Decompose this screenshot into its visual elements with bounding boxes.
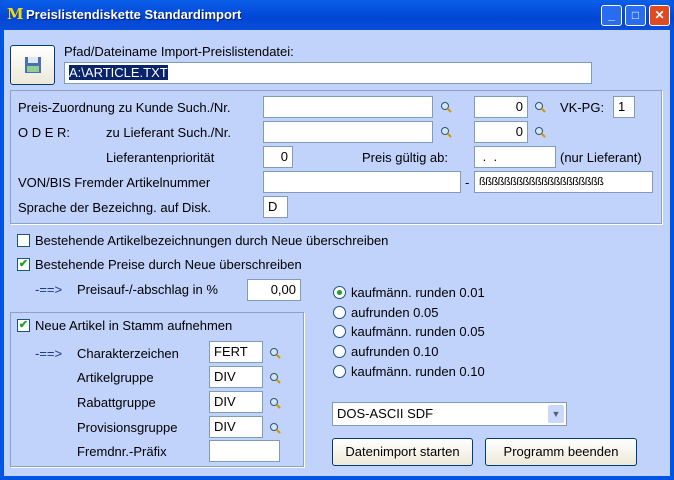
sprache-label: Sprache der Bezeichng. auf Disk. xyxy=(18,200,211,215)
search-icon[interactable] xyxy=(269,372,281,384)
gueltig-label: Preis gültig ab: xyxy=(362,150,448,165)
vkpg-input[interactable]: 1 xyxy=(613,96,635,118)
kunde-label: Preis-Zuordnung zu Kunde Such./Nr. xyxy=(18,100,231,115)
rounding-radio-1[interactable] xyxy=(333,306,346,319)
search-icon[interactable] xyxy=(534,101,546,113)
file-label: Pfad/Dateiname Import-Preislistendatei: xyxy=(64,44,294,59)
overwrite-desc-checkbox[interactable] xyxy=(17,234,30,247)
overwrite-prices-label: Bestehende Preise durch Neue überschreib… xyxy=(35,257,302,272)
sprache-input[interactable]: D xyxy=(263,196,288,218)
lieferant-label: zu Lieferant Such./Nr. xyxy=(106,125,232,140)
new-articles-checkbox[interactable]: ✔ xyxy=(17,319,30,332)
nur-lieferant-label: (nur Lieferant) xyxy=(560,150,642,165)
close-button[interactable]: ✕ xyxy=(649,5,670,26)
minimize-button[interactable]: _ xyxy=(601,5,622,26)
dialog-body: Pfad/Dateiname Import-Preislistendatei: … xyxy=(4,30,670,476)
charakter-input[interactable]: FERT xyxy=(209,341,263,363)
floppy-disk-icon xyxy=(24,57,41,73)
aufschlag-label: Preisauf-/-abschlag in % xyxy=(77,282,218,297)
rounding-radio-0[interactable] xyxy=(333,286,346,299)
rabattgruppe-input[interactable]: DIV xyxy=(209,391,263,413)
search-icon[interactable] xyxy=(269,347,281,359)
file-path-input[interactable]: A:\ARTICLE.TXT xyxy=(64,62,592,84)
bis-input[interactable]: ßßßßßßßßßßßßßßßßßßßß xyxy=(474,171,653,193)
rounding-label-1: aufrunden 0.05 xyxy=(351,305,439,320)
prio-input[interactable]: 0 xyxy=(263,146,293,168)
vkpg-label: VK-PG: xyxy=(560,100,605,115)
search-icon[interactable] xyxy=(269,422,281,434)
browse-file-button[interactable] xyxy=(10,45,55,85)
provisionsgruppe-input[interactable]: DIV xyxy=(209,416,263,438)
dash: - xyxy=(465,175,470,190)
rabattgruppe-label: Rabattgruppe xyxy=(77,395,156,410)
maximize-button[interactable]: □ xyxy=(625,5,646,26)
rounding-radio-2[interactable] xyxy=(333,325,346,338)
rounding-label-0: kaufmänn. runden 0.01 xyxy=(351,285,485,300)
provisionsgruppe-label: Provisionsgruppe xyxy=(77,420,178,435)
vonbis-label: VON/BIS Fremder Artikelnummer xyxy=(18,175,211,190)
lieferant-nr-input[interactable]: 0 xyxy=(474,121,528,143)
arrow-label: -==> xyxy=(35,346,63,361)
von-input[interactable] xyxy=(263,171,461,193)
exit-program-button[interactable]: Programm beenden xyxy=(485,438,637,466)
gueltig-input[interactable]: . . xyxy=(474,146,556,168)
oder-label: O D E R: xyxy=(18,125,71,140)
search-icon[interactable] xyxy=(440,101,452,113)
app-logo: M xyxy=(7,5,24,23)
new-articles-label: Neue Artikel in Stamm aufnehmen xyxy=(35,318,233,333)
chevron-down-icon[interactable]: ▼ xyxy=(548,405,564,423)
file-path-value: A:\ARTICLE.TXT xyxy=(69,65,168,80)
title-bar[interactable]: M Preislistendiskette Standardimport _ □… xyxy=(0,0,674,30)
overwrite-desc-label: Bestehende Artikelbezeichnungen durch Ne… xyxy=(35,233,389,248)
aufschlag-input[interactable]: 0,00 xyxy=(247,279,301,301)
format-select[interactable]: DOS-ASCII SDF ▼ xyxy=(332,402,567,426)
search-icon[interactable] xyxy=(269,397,281,409)
artikelgruppe-input[interactable]: DIV xyxy=(209,366,263,388)
rounding-label-2: kaufmänn. runden 0.05 xyxy=(351,324,485,339)
start-import-button[interactable]: Datenimport starten xyxy=(332,438,473,466)
kunde-search-input[interactable] xyxy=(263,96,433,118)
prio-label: Lieferantenpriorität xyxy=(106,150,215,165)
rounding-radio-3[interactable] xyxy=(333,345,346,358)
rounding-radio-4[interactable] xyxy=(333,365,346,378)
praefix-input[interactable] xyxy=(209,440,280,462)
charakter-label: Charakterzeichen xyxy=(77,346,179,361)
overwrite-prices-checkbox[interactable]: ✔ xyxy=(17,258,30,271)
format-value: DOS-ASCII SDF xyxy=(337,406,434,421)
rounding-label-3: aufrunden 0.10 xyxy=(351,344,439,359)
praefix-label: Fremdnr.-Präfix xyxy=(77,444,167,459)
rounding-label-4: kaufmänn. runden 0.10 xyxy=(351,364,485,379)
window-title: Preislistendiskette Standardimport xyxy=(26,7,242,22)
search-icon[interactable] xyxy=(534,126,546,138)
kunde-nr-input[interactable]: 0 xyxy=(474,96,528,118)
lieferant-search-input[interactable] xyxy=(263,121,433,143)
search-icon[interactable] xyxy=(440,126,452,138)
arrow-label: -==> xyxy=(35,282,63,297)
artikelgruppe-label: Artikelgruppe xyxy=(77,370,154,385)
